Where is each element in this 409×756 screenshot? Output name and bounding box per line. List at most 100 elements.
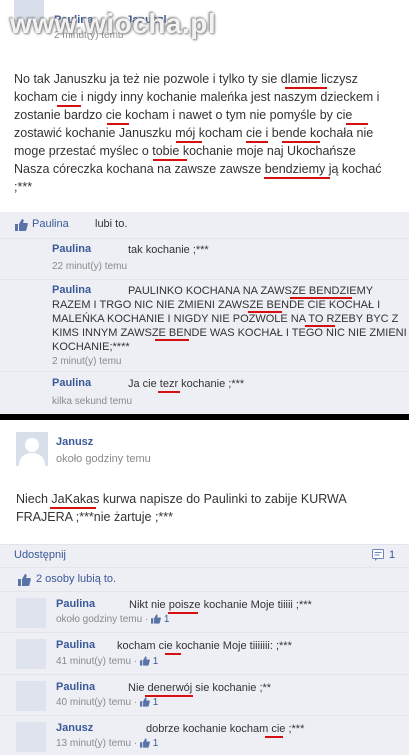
underline-mark <box>282 141 320 143</box>
comment-time[interactable]: kilka sekund temu <box>52 396 132 407</box>
underline-mark <box>165 653 181 655</box>
comment-count-icon <box>372 549 384 564</box>
underline-mark <box>248 311 282 313</box>
message-line: No tak Januszku ja też nie pozwole i tyl… <box>14 70 399 88</box>
comment-time-text[interactable]: 41 minut(y) temu <box>56 656 131 667</box>
watermark: www.wiocha.pl <box>10 8 217 39</box>
message-line-5: moge przestać myślec o tobie kochanie mo… <box>14 144 356 158</box>
comment-like-count[interactable]: 1 <box>153 697 159 708</box>
underline-mark <box>153 159 187 161</box>
underline-mark <box>305 325 335 327</box>
underline-mark <box>158 391 180 393</box>
top-likes-name[interactable]: Paulina <box>32 218 69 230</box>
top-likes-text: lubi to. <box>95 218 128 230</box>
message-line: moge przestać myślec o tobie kochanie mo… <box>14 142 399 160</box>
underline-mark <box>50 507 96 509</box>
comment-avatar[interactable] <box>16 722 46 752</box>
message-line-7: ;*** <box>14 180 33 194</box>
comment-text: dobrze kochanie kocham cie ;*** <box>146 723 305 735</box>
message-line-1: No tak Januszku ja też nie pozwole i tyl… <box>14 72 358 86</box>
top-comments: Paulina tak kochanie ;*** 22 minut(y) te… <box>0 238 409 414</box>
bottom-comments: Paulina Nikt nie poisze kochanie Moje ti… <box>0 591 409 755</box>
comment-time-text[interactable]: 13 minut(y) temu <box>56 738 131 749</box>
comment-text: Nie denerwój sie kochanie ;** <box>128 682 272 694</box>
comment-text: Nikt nie poisze kochanie Moje tiiiii ;**… <box>129 599 312 611</box>
comment-like-count[interactable]: 1 <box>164 614 170 625</box>
comment-avatar[interactable] <box>16 681 46 711</box>
share-row: Udostępnij 1 <box>0 544 409 567</box>
comment-time: 41 minut(y) temu · 1 <box>56 656 158 669</box>
message-line-6: Nasza córeczka kochana na zawsze zawsze … <box>14 162 382 176</box>
message-line-3: zostanie bardzo cie kocham i nawet o tym… <box>14 108 353 122</box>
comment-line: KOCHANIE;**** <box>52 341 130 353</box>
comment-count[interactable]: 1 <box>389 549 395 561</box>
message-line: kocham cie i nigdy inny kochanie maleńka… <box>14 88 399 106</box>
underline-mark <box>246 141 268 143</box>
underline-mark <box>107 123 129 125</box>
comment-author[interactable]: Paulina <box>52 284 91 296</box>
comment-author[interactable]: Paulina <box>56 681 95 693</box>
comment: Paulina PAULINKO KOCHANA NA ZAWSZE BENDZ… <box>0 279 409 372</box>
message-line-2: kocham cie i nigdy inny kochanie maleńka… <box>14 90 380 104</box>
top-post-message: No tak Januszku ja też nie pozwole i tyl… <box>14 70 399 196</box>
comment-time-text[interactable]: około godziny temu <box>56 614 142 625</box>
comment: Paulina Nie denerwój sie kochanie ;** 40… <box>0 674 409 716</box>
underline-mark <box>290 297 352 299</box>
comment-like-count[interactable]: 1 <box>153 656 159 667</box>
comment-author[interactable]: Paulina <box>56 598 95 610</box>
underline-mark <box>346 123 368 125</box>
underline-mark <box>57 105 81 107</box>
message-line-1: Niech JaKakas kurwa napisze do Paulinki … <box>16 492 347 506</box>
thumbs-up-icon <box>15 219 28 231</box>
comment-time[interactable]: 22 minut(y) temu <box>52 261 127 272</box>
underline-mark <box>155 339 189 341</box>
comment-line: MALEŃKA KOCHANIE I NIGDY NIE POZWOLE NA … <box>52 313 399 325</box>
comment-text: PAULINKO KOCHANA NA ZAWSZE BENDZIEMY <box>128 284 373 298</box>
comment-time[interactable]: 2 minut(y) temu <box>52 356 121 367</box>
comment-author[interactable]: Janusz <box>56 722 93 734</box>
share-link[interactable]: Udostępnij <box>14 549 66 561</box>
comment-line: KIMS INNYM ZAWSZE BENDE WAS KOCHAŁ I TEG… <box>52 327 407 339</box>
message-line: ;*** <box>14 178 399 196</box>
underline-mark <box>265 736 283 738</box>
message-line: zostawić kochanie Januszku mój kocham ci… <box>14 124 399 142</box>
thumbs-up-icon <box>139 656 150 669</box>
message-line-2: FRAJERA ;***nie żartuje ;*** <box>16 510 174 524</box>
bottom-post-author[interactable]: Janusz <box>56 436 93 448</box>
thumbs-up-icon <box>151 614 161 627</box>
comment: Paulina kocham cie kochanie Moje tiiiiii… <box>0 632 409 675</box>
comment: Paulina Nikt nie poisze kochanie Moje ti… <box>0 591 409 633</box>
comment-line: RAZEM I TRGO NIC NIE ZMIENI ZAWSZE BENDE… <box>52 299 381 311</box>
comment-author[interactable]: Paulina <box>56 639 95 651</box>
comment-like-count[interactable]: 1 <box>153 738 159 749</box>
underline-mark <box>264 177 330 179</box>
comment-line: PAULINKO KOCHANA NA ZAWSZE BENDZIEMY <box>128 285 374 297</box>
message-line-4: zostawić kochanie Januszku mój kocham ci… <box>14 126 374 140</box>
comment-author[interactable]: Paulina <box>52 377 91 389</box>
comment-text: tak kochanie ;*** <box>128 244 209 256</box>
bottom-post-time[interactable]: około godziny temu <box>56 453 151 465</box>
comment-avatar[interactable] <box>16 639 46 669</box>
message-line: zostanie bardzo cie kocham i nawet o tym… <box>14 106 399 124</box>
comment-time: 13 minut(y) temu · 1 <box>56 738 158 751</box>
comment: Janusz dobrze kochanie kocham cie ;*** 1… <box>0 715 409 756</box>
comment-text: kocham cie kochanie Moje tiiiiiii: ;*** <box>117 640 292 652</box>
underline-mark <box>145 695 193 697</box>
bottom-likes-text[interactable]: 2 osoby lubią to. <box>36 573 116 585</box>
thumbs-up-icon <box>18 574 31 586</box>
bottom-post-avatar[interactable] <box>16 432 48 466</box>
underline-mark <box>176 141 202 143</box>
image-separator <box>0 414 409 420</box>
comment: Paulina Ja cie tezr kochanie ;*** kilka … <box>0 371 409 415</box>
thumbs-up-icon <box>139 738 150 751</box>
default-avatar-icon <box>16 432 48 466</box>
comment: Paulina tak kochanie ;*** 22 minut(y) te… <box>0 238 409 280</box>
comment-time: 40 minut(y) temu · 1 <box>56 697 158 710</box>
comment-author[interactable]: Paulina <box>52 243 91 255</box>
comment-avatar[interactable] <box>16 598 46 628</box>
underline-mark <box>285 87 327 89</box>
comment-time-text[interactable]: 40 minut(y) temu <box>56 697 131 708</box>
comment-text: Ja cie tezr kochanie ;*** <box>128 378 245 390</box>
comment-time: około godziny temu · 1 <box>56 614 169 627</box>
message-line: Nasza córeczka kochana na zawsze zawsze … <box>14 160 399 178</box>
